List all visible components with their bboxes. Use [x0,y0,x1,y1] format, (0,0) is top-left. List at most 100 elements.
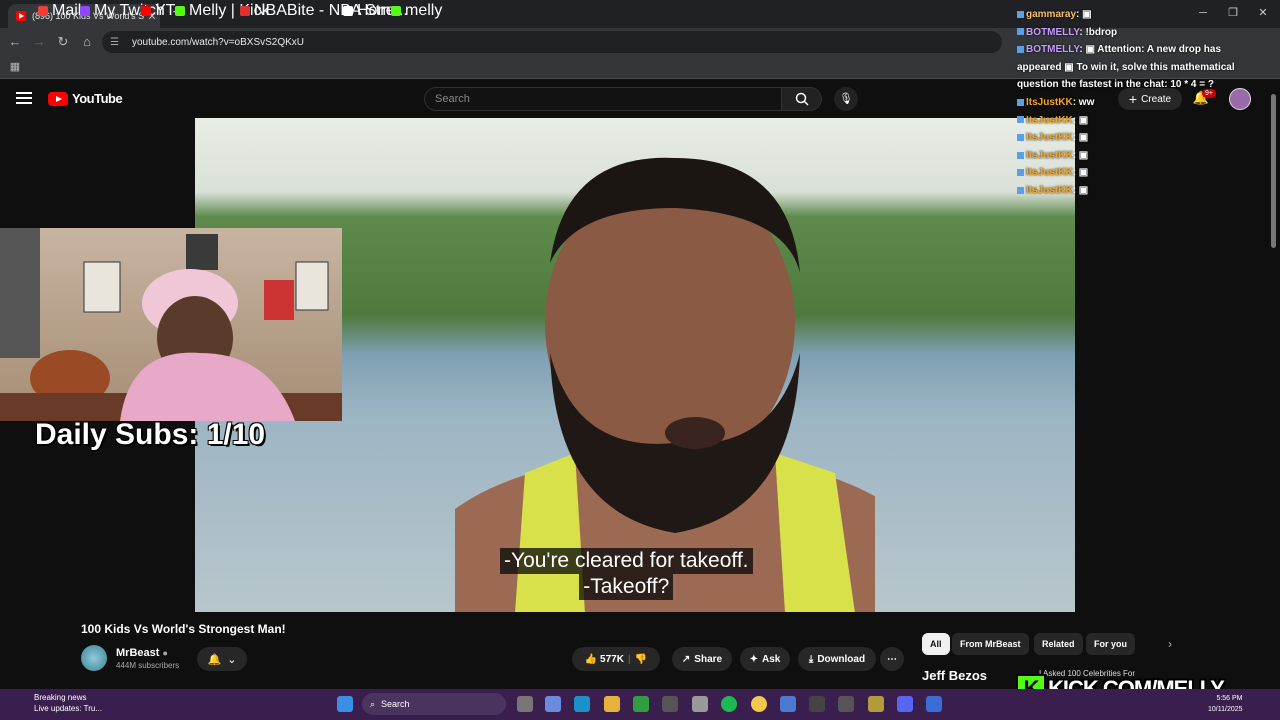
windows-start-icon[interactable] [337,696,353,712]
streamer-webcam [0,228,342,421]
like-dislike-group: 👍 577K | 👎 [572,647,660,671]
chat-message: ItsJustKK: ▣ [1017,129,1267,147]
app-icon[interactable] [838,696,854,712]
filter-chip[interactable]: For you [1086,633,1135,655]
chat-badge-icon [1017,28,1024,36]
bookmark-favicon-icon [141,6,151,16]
verified-icon: ● [162,648,168,658]
media-player-icon[interactable] [809,696,825,712]
bookmark-favicon-icon [80,6,90,16]
chat-username: ItsJustKK [1026,96,1073,108]
download-button[interactable]: ⤓ Download [798,647,876,671]
daily-subs-counter: Daily Subs: 1/10 [35,418,266,451]
bookmark-favicon-icon [240,6,250,16]
menu-icon[interactable] [16,92,32,104]
chat-text: : ▣ [1072,114,1089,126]
subtitle-line-2: -Takeoff? [579,574,674,600]
filter-chip[interactable]: All [922,633,950,655]
chat-username: BOTMELLY [1026,44,1080,56]
chat-badge-icon [1017,186,1024,194]
download-icon: ⤓ [808,653,814,665]
chat-badge-icon [1017,98,1024,106]
chat-badge-icon [1017,10,1024,18]
chat-message: ItsJustKK: ▣ [1017,112,1267,130]
news-widget[interactable]: Breaking news Live updates: Tru... [14,692,102,714]
photos-icon[interactable] [780,696,796,712]
page-scrollbar[interactable] [1271,94,1276,248]
chevron-right-icon[interactable]: › [1168,637,1172,651]
youtube-logo[interactable]: YouTube [48,91,123,106]
more-actions-button[interactable]: ⋯ [880,647,904,671]
ask-button[interactable]: ✦ Ask [740,647,790,671]
bookmark-item[interactable]: Mail [38,2,81,19]
obs-icon[interactable] [662,696,678,712]
filter-chip[interactable]: Related [1034,633,1083,655]
chat-username: ItsJustKK [1026,114,1073,126]
filter-chip[interactable]: From MrBeast [952,633,1029,655]
home-icon[interactable]: ⌂ [78,33,96,51]
search-button[interactable] [782,87,822,111]
chat-username: ItsJustKK [1026,184,1073,196]
chat-badge-icon [1017,46,1024,54]
chat-text: : ww [1072,96,1095,108]
recommendation-thumbnail[interactable]: Jeff Bezos [922,668,987,683]
share-label: Share [694,653,723,665]
clock-time: 5:56 PM [1216,695,1243,702]
subscriber-count: 444M subscribers [116,661,180,670]
apps-grid-icon[interactable]: ▦ [6,58,24,76]
bookmark-label: YT [155,2,176,19]
chat-text: : ▣ Attention: A new drop has [1079,44,1222,56]
xbox-icon[interactable] [633,696,649,712]
youtube-play-icon [48,91,68,106]
channel-avatar[interactable] [81,645,107,671]
chat-badge-icon [1017,169,1024,177]
chat-text: : ▣ [1072,149,1089,161]
stream-chat-overlay: gammaray: ▣ BOTMELLY: !bdrop BOTMELLY: ▣ A… [1017,6,1267,200]
dislike-icon[interactable]: 👎 [635,654,647,665]
chrome-icon[interactable] [751,696,767,712]
bookmark-item[interactable]: melly [391,2,443,19]
task-view-icon[interactable] [517,696,533,712]
edge-icon[interactable] [574,696,590,712]
reload-icon[interactable]: ↻ [54,33,72,51]
chevron-down-icon: ⌄ [227,653,237,666]
address-bar[interactable]: ☰ youtube.com/watch?v=oBXSvS2QKxU [102,31,1002,53]
chat-text: : ▣ [1076,9,1092,20]
taskbar-search[interactable]: ⌕ Search [362,693,506,715]
back-icon[interactable]: ← [6,33,24,51]
channel-name[interactable]: MrBeast ● [116,647,168,659]
search-input[interactable]: Search [424,87,782,111]
game-icon[interactable] [868,696,884,712]
chat-message: ItsJustKK: ▣ [1017,164,1267,182]
file-explorer-icon[interactable] [604,696,620,712]
spotify-icon[interactable] [721,696,737,712]
app-2-icon[interactable] [926,696,942,712]
bookmark-favicon-icon [175,6,185,16]
microphone-icon[interactable]: 🎙 [834,87,858,111]
video-frame-person [455,157,875,612]
bookmark-item[interactable]: YT [141,2,176,19]
chat-text: : ▣ [1072,167,1089,179]
site-settings-icon[interactable]: ☰ [110,37,124,48]
taskbar-search-label: Search [381,699,410,709]
chat-text: question the fastest in the chat: 10 * 4… [1017,79,1214,91]
copilot-icon[interactable] [545,696,561,712]
forward-icon[interactable]: → [30,33,48,51]
share-button[interactable]: ↗ Share [672,647,732,671]
video-title: 100 Kids Vs World's Strongest Man! [81,622,286,636]
webcam-frame [0,228,342,421]
notification-bell-button[interactable]: 🔔 ⌄ [197,647,247,671]
bookmark-label: melly [405,2,443,19]
search-icon: ⌕ [370,698,376,709]
store-icon[interactable] [692,696,708,712]
download-label: Download [817,653,866,665]
share-icon: ↗ [681,653,691,665]
discord-icon[interactable] [897,696,913,712]
chat-text: appeared ▣ To win it, solve this mathema… [1017,61,1235,73]
system-clock[interactable]: 5:56 PM 10/11/2025 [1208,693,1243,715]
logo-text: YouTube [72,91,123,106]
chat-text: : !bdrop [1079,26,1118,38]
chat-username: BOTMELLY [1026,26,1080,38]
like-button[interactable]: 👍 577K [585,654,624,665]
chat-badge-icon [1017,151,1024,159]
